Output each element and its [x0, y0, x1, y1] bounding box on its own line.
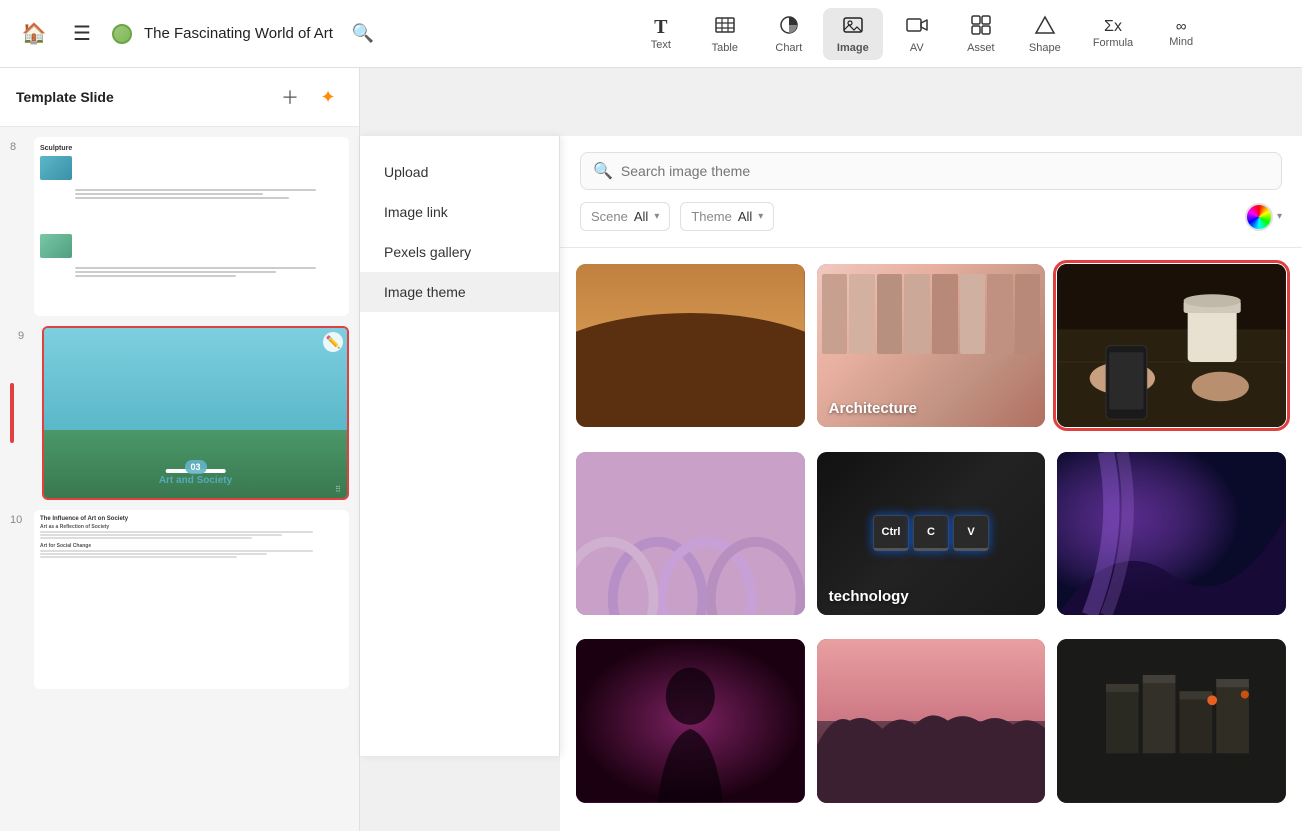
- tool-mind-label: Mind: [1169, 36, 1193, 48]
- image-panel-header: 🔍 Scene All ▾ Theme All ▾ ▾: [560, 136, 1302, 248]
- slide-badge: 03: [184, 460, 206, 474]
- theme-label: Theme: [691, 209, 731, 224]
- search-button[interactable]: 🔍: [345, 16, 381, 52]
- panel-menu: Upload Image link Pexels gallery Image t…: [360, 136, 560, 756]
- menu-button[interactable]: ☰: [64, 16, 100, 52]
- slide-edit-icon[interactable]: ✏️: [323, 332, 343, 352]
- slide-item-9[interactable]: 9 ✏️ 03 Art and Society ⠿: [10, 326, 349, 500]
- home-button[interactable]: 🏠: [16, 16, 52, 52]
- toolbar-tools: T Text Table: [556, 8, 1286, 60]
- grid-item-pottery[interactable]: Pottery: [576, 452, 805, 615]
- toolbar: 🏠 ☰ The Fascinating World of Art 🔍 T Tex…: [0, 0, 1302, 68]
- ai-button[interactable]: ✦: [313, 82, 343, 112]
- tool-mind[interactable]: ∞ Mind: [1151, 13, 1211, 54]
- grid-item-cubes[interactable]: Cubes: [1057, 639, 1286, 802]
- tool-image-label: Image: [837, 42, 869, 54]
- search-box[interactable]: 🔍: [580, 152, 1282, 190]
- tool-text-label: Text: [651, 39, 671, 51]
- slide-thumb-10[interactable]: The Influence of Art on Society Art as a…: [34, 510, 349, 689]
- asset-icon: [970, 14, 992, 40]
- panel-upload[interactable]: Upload: [360, 152, 559, 192]
- tool-asset[interactable]: Asset: [951, 8, 1011, 60]
- app-logo: [112, 24, 132, 44]
- tool-shape[interactable]: Shape: [1015, 8, 1075, 60]
- filter-row: Scene All ▾ Theme All ▾ ▾: [580, 202, 1282, 231]
- scene-value: All: [634, 209, 648, 224]
- c-key: C: [913, 515, 949, 551]
- slide-item-10[interactable]: 10 The Influence of Art on Society Art a…: [10, 510, 349, 689]
- sidebar-header: Template Slide ＋ ✦: [0, 68, 359, 127]
- grid-item-technology[interactable]: Ctrl C V technology: [817, 452, 1046, 615]
- theme-value: All: [738, 209, 752, 224]
- add-slide-button[interactable]: ＋: [275, 82, 305, 112]
- slide-number-10: 10: [10, 510, 26, 526]
- grid-item-landscape[interactable]: landscape: [817, 639, 1046, 802]
- panel-imagetheme[interactable]: Image theme: [360, 272, 559, 312]
- grid-item-teamwork[interactable]: Teamwork: [1057, 264, 1286, 427]
- sidebar-actions: ＋ ✦: [275, 82, 343, 112]
- formula-icon: Σx: [1104, 19, 1122, 35]
- v-key: V: [953, 515, 989, 551]
- scene-chevron-icon: ▾: [654, 211, 659, 222]
- scene-filter[interactable]: Scene All ▾: [580, 202, 670, 231]
- logo-icon: [112, 24, 132, 44]
- toolbar-left: 🏠 ☰ The Fascinating World of Art 🔍: [16, 16, 556, 52]
- slides-list: 8 Sculpture: [0, 127, 359, 831]
- active-indicator: [10, 383, 14, 443]
- mind-icon: ∞: [1176, 19, 1187, 34]
- color-wheel-chevron-icon: ▾: [1277, 211, 1282, 222]
- tool-table-label: Table: [712, 42, 738, 54]
- slide-number-9: 9: [18, 326, 34, 342]
- slide-thumb-8[interactable]: Sculpture: [34, 137, 349, 316]
- tool-formula[interactable]: Σx Formula: [1079, 13, 1147, 55]
- tool-table[interactable]: Table: [695, 8, 755, 60]
- grid-item-portrait[interactable]: Portrait: [576, 639, 805, 802]
- tool-image[interactable]: Image: [823, 8, 883, 60]
- slide8-title: Sculpture: [40, 143, 343, 154]
- sidebar-title: Template Slide: [16, 89, 114, 105]
- sidebar: Template Slide ＋ ✦ 8 Sculpture: [0, 68, 360, 831]
- search-input[interactable]: [621, 163, 1269, 179]
- scene-label: Scene: [591, 209, 628, 224]
- tool-asset-label: Asset: [967, 42, 995, 54]
- av-icon: [906, 14, 928, 40]
- table-icon: [714, 14, 736, 40]
- grid-item-mars[interactable]: Mars: [576, 264, 805, 427]
- tool-av-label: AV: [910, 42, 924, 54]
- main-content: Template Slide ＋ ✦ 8 Sculpture: [0, 68, 1302, 831]
- theme-filter[interactable]: Theme All ▾: [680, 202, 774, 231]
- panel-imagelink[interactable]: Image link: [360, 192, 559, 232]
- theme-chevron-icon: ▾: [758, 211, 763, 222]
- ctrl-key: Ctrl: [873, 515, 909, 551]
- text-icon: T: [654, 17, 667, 37]
- tool-chart[interactable]: Chart: [759, 8, 819, 60]
- panel-pexels[interactable]: Pexels gallery: [360, 232, 559, 272]
- document-title: The Fascinating World of Art: [144, 25, 333, 42]
- image-grid: Mars Architecture: [560, 248, 1302, 831]
- tool-shape-label: Shape: [1029, 42, 1061, 54]
- slide-item-8[interactable]: 8 Sculpture: [10, 137, 349, 316]
- slide-number-8: 8: [10, 137, 26, 153]
- tool-text[interactable]: T Text: [631, 11, 691, 57]
- image-theme-panel: 🔍 Scene All ▾ Theme All ▾ ▾: [560, 136, 1302, 831]
- color-wheel[interactable]: [1245, 203, 1273, 231]
- grid-item-architecture[interactable]: Architecture: [817, 264, 1046, 427]
- tool-formula-label: Formula: [1093, 37, 1133, 49]
- image-icon: [842, 14, 864, 40]
- slide-thumb-9[interactable]: ✏️ 03 Art and Society ⠿: [42, 326, 349, 500]
- chart-icon: [778, 14, 800, 40]
- tool-chart-label: Chart: [775, 42, 802, 54]
- search-icon: 🔍: [593, 161, 613, 181]
- tool-av[interactable]: AV: [887, 8, 947, 60]
- grid-item-bentglass[interactable]: Bent Glass: [1057, 452, 1286, 615]
- slide10-title: The Influence of Art on Society: [40, 516, 343, 522]
- shape-icon: [1034, 14, 1056, 40]
